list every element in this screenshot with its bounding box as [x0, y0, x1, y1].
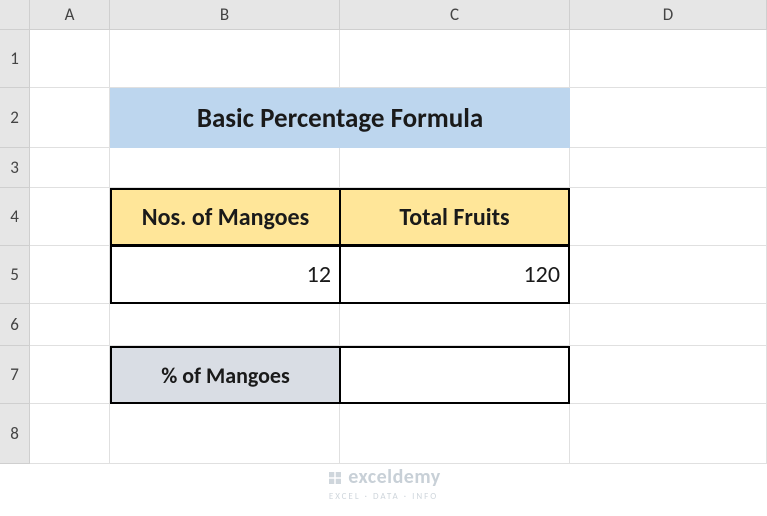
cell-b3[interactable]: [110, 148, 340, 188]
col-header-c[interactable]: C: [340, 0, 570, 30]
row-header-2[interactable]: 2: [0, 88, 30, 148]
cell-d3[interactable]: [570, 148, 767, 188]
row-header-8[interactable]: 8: [0, 404, 30, 464]
cell-a7[interactable]: [30, 346, 110, 404]
cell-d4[interactable]: [570, 188, 767, 246]
cell-a6[interactable]: [30, 304, 110, 346]
row-header-7[interactable]: 7: [0, 346, 30, 404]
select-all-corner[interactable]: [0, 0, 30, 30]
cell-b6[interactable]: [110, 304, 340, 346]
title-cell[interactable]: Basic Percentage Formula: [110, 88, 570, 148]
cell-c8[interactable]: [340, 404, 570, 464]
cell-a2[interactable]: [30, 88, 110, 148]
cell-a1[interactable]: [30, 30, 110, 88]
row-header-4[interactable]: 4: [0, 188, 30, 246]
cell-d7[interactable]: [570, 346, 767, 404]
row-header-1[interactable]: 1: [0, 30, 30, 88]
cell-c6[interactable]: [340, 304, 570, 346]
cell-a8[interactable]: [30, 404, 110, 464]
row-header-5[interactable]: 5: [0, 246, 30, 304]
watermark-icon: [326, 469, 344, 491]
col-header-b[interactable]: B: [110, 0, 340, 30]
pct-mangoes-label[interactable]: % of Mangoes: [110, 346, 340, 404]
header-nos-mangoes[interactable]: Nos. of Mangoes: [110, 188, 340, 246]
cell-c1[interactable]: [340, 30, 570, 88]
value-total-fruits[interactable]: 120: [340, 246, 570, 304]
cell-d2[interactable]: [570, 88, 767, 148]
row-header-6[interactable]: 6: [0, 304, 30, 346]
cell-b8[interactable]: [110, 404, 340, 464]
pct-mangoes-value[interactable]: [340, 346, 570, 404]
row-header-3[interactable]: 3: [0, 148, 30, 188]
cell-c3[interactable]: [340, 148, 570, 188]
col-header-d[interactable]: D: [570, 0, 767, 30]
cell-a3[interactable]: [30, 148, 110, 188]
header-total-fruits[interactable]: Total Fruits: [340, 188, 570, 246]
value-nos-mangoes[interactable]: 12: [110, 246, 340, 304]
cell-a4[interactable]: [30, 188, 110, 246]
spreadsheet-grid: A B C D 1 2 3 4 5 6 7 8 Basic Percentage…: [0, 0, 767, 464]
cell-d8[interactable]: [570, 404, 767, 464]
cell-d5[interactable]: [570, 246, 767, 304]
cell-b1[interactable]: [110, 30, 340, 88]
watermark: exceldemy EXCEL · DATA · INFO: [0, 465, 767, 502]
cell-d6[interactable]: [570, 304, 767, 346]
cell-a5[interactable]: [30, 246, 110, 304]
cell-d1[interactable]: [570, 30, 767, 88]
col-header-a[interactable]: A: [30, 0, 110, 30]
watermark-sub: EXCEL · DATA · INFO: [0, 491, 767, 502]
watermark-title: exceldemy: [348, 465, 441, 489]
